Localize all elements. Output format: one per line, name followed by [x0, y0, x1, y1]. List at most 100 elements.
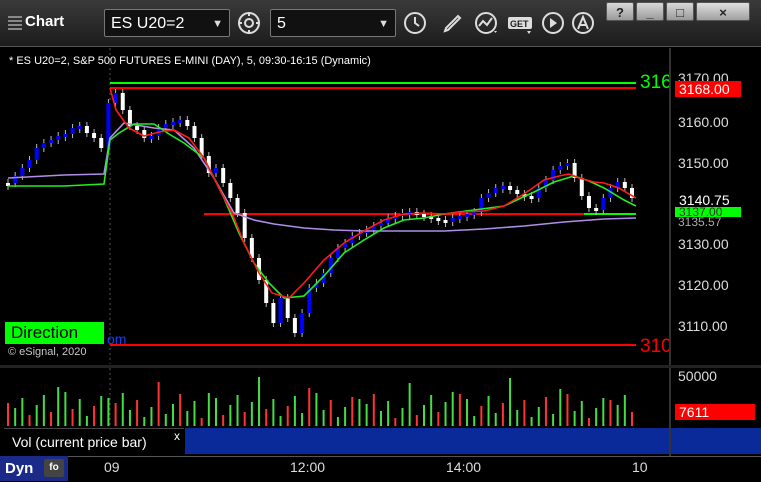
- volume-bar: [501, 403, 504, 426]
- volume-bar: [128, 410, 131, 426]
- volume-chart-svg: [7, 368, 633, 427]
- volume-bar: [344, 407, 347, 426]
- volume-bar: [236, 395, 239, 426]
- candle-body: [450, 218, 455, 222]
- chevron-down-icon[interactable]: ▼: [378, 10, 389, 38]
- studies-button[interactable]: [472, 9, 502, 37]
- volume-bar: [552, 414, 555, 426]
- candle-body: [20, 168, 25, 176]
- volume-bar: [293, 396, 296, 426]
- candle-body: [436, 218, 441, 221]
- price-tick-label: 3160.00: [678, 114, 729, 130]
- title-bar: Chart ES U20=2 ▼ 5 ▼ GET ? _ □ ×: [0, 0, 761, 47]
- volume-axis[interactable]: 50000 7611: [671, 368, 761, 427]
- volume-bar: [315, 393, 318, 426]
- candle-body: [170, 122, 175, 125]
- symbol-value: ES U20=2: [111, 15, 185, 32]
- volume-bar: [35, 405, 38, 426]
- price-pane[interactable]: [4, 48, 669, 364]
- volume-bar: [587, 418, 590, 426]
- volume-bar: [616, 405, 619, 426]
- get-data-button[interactable]: GET: [506, 9, 536, 37]
- volume-bar: [544, 397, 547, 426]
- candle-body: [49, 140, 54, 143]
- volume-bar: [243, 412, 246, 426]
- candle-body: [465, 214, 470, 217]
- time-label: 09: [104, 459, 120, 475]
- volume-badge: 7611: [675, 404, 755, 420]
- volume-bar: [207, 393, 210, 426]
- symbol-combo[interactable]: ES U20=2 ▼: [104, 9, 230, 37]
- volume-bar: [64, 392, 67, 426]
- candle-body: [500, 186, 505, 189]
- volume-bar: [114, 403, 117, 426]
- alert-icon: [572, 12, 594, 34]
- volume-bar: [444, 402, 447, 426]
- app-title[interactable]: Chart: [8, 13, 64, 30]
- price-tick-label: 3120.00: [678, 277, 729, 293]
- draw-tools-button[interactable]: [438, 9, 468, 37]
- close-icon[interactable]: x: [174, 423, 180, 449]
- volume-bar: [222, 415, 225, 426]
- volume-bar: [322, 410, 325, 426]
- alerts-button[interactable]: [568, 9, 598, 37]
- volume-bar: [623, 395, 626, 426]
- candle-body: [515, 190, 520, 194]
- volume-bar: [365, 404, 368, 426]
- volume-bar: [351, 397, 354, 426]
- volume-bar: [329, 400, 332, 426]
- volume-bar: [14, 408, 17, 426]
- volume-bar: [573, 411, 576, 426]
- candle-body: [292, 318, 297, 333]
- minimize-button[interactable]: _: [636, 2, 664, 21]
- volume-bar: [258, 377, 261, 426]
- volume-pane[interactable]: [4, 368, 669, 427]
- next-button[interactable]: [538, 9, 568, 37]
- candle-body: [27, 160, 32, 168]
- volume-bar: [272, 399, 275, 426]
- candle-body: [422, 214, 426, 217]
- candle-body: [558, 166, 563, 170]
- candle-body: [285, 298, 290, 318]
- volume-bar: [143, 417, 146, 426]
- dynamic-button[interactable]: Dyn fo: [0, 456, 68, 481]
- volume-bar: [50, 412, 53, 426]
- candle-body: [214, 168, 218, 173]
- volume-bar: [516, 410, 519, 426]
- volume-legend[interactable]: Vol (current price bar) x: [4, 428, 184, 454]
- volume-bar: [631, 412, 633, 426]
- upper-line-label: 316: [640, 72, 672, 93]
- direction-label[interactable]: Direction: [5, 322, 104, 344]
- maximize-button[interactable]: □: [666, 2, 694, 21]
- candle-body: [77, 126, 82, 129]
- help-button[interactable]: ?: [606, 2, 634, 21]
- candle-body: [185, 120, 190, 126]
- fast-ma-line: [109, 87, 637, 299]
- candle-body: [149, 136, 154, 139]
- play-icon: [542, 12, 564, 34]
- drag-grip-icon[interactable]: [8, 13, 22, 30]
- candle-body: [120, 93, 125, 110]
- volume-bar: [394, 418, 397, 426]
- volume-bar: [473, 416, 476, 426]
- volume-bar: [301, 413, 304, 426]
- symbol-settings-button[interactable]: [234, 9, 264, 37]
- volume-bar: [186, 411, 189, 426]
- volume-bar: [437, 412, 440, 426]
- volume-bar: [71, 409, 74, 426]
- volume-bar: [415, 415, 418, 426]
- volume-bar: [107, 398, 110, 426]
- interval-combo[interactable]: 5 ▼: [270, 9, 396, 37]
- time-template-button[interactable]: [400, 9, 430, 37]
- volume-bar: [42, 395, 45, 426]
- close-button[interactable]: ×: [696, 2, 750, 21]
- volume-bar: [57, 387, 60, 426]
- volume-bar: [387, 401, 390, 426]
- candle-body: [565, 163, 570, 166]
- volume-bar: [157, 382, 160, 426]
- chevron-down-icon[interactable]: ▼: [212, 10, 223, 38]
- function-icon[interactable]: fo: [44, 459, 64, 477]
- volume-bar: [609, 400, 612, 426]
- candle-body: [271, 303, 276, 323]
- copyright-text: © eSignal, 2020: [8, 346, 87, 358]
